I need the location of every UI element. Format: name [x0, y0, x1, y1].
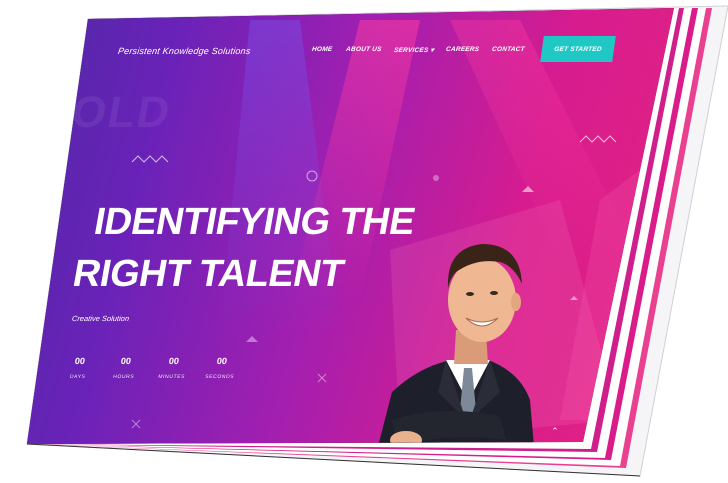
scroll-top-button[interactable]: ⌃: [546, 424, 564, 438]
chevron-up-icon: ⌃: [551, 426, 559, 436]
mockup-stage: OLD Persistent Knowledge Solutions HOME …: [0, 0, 728, 483]
